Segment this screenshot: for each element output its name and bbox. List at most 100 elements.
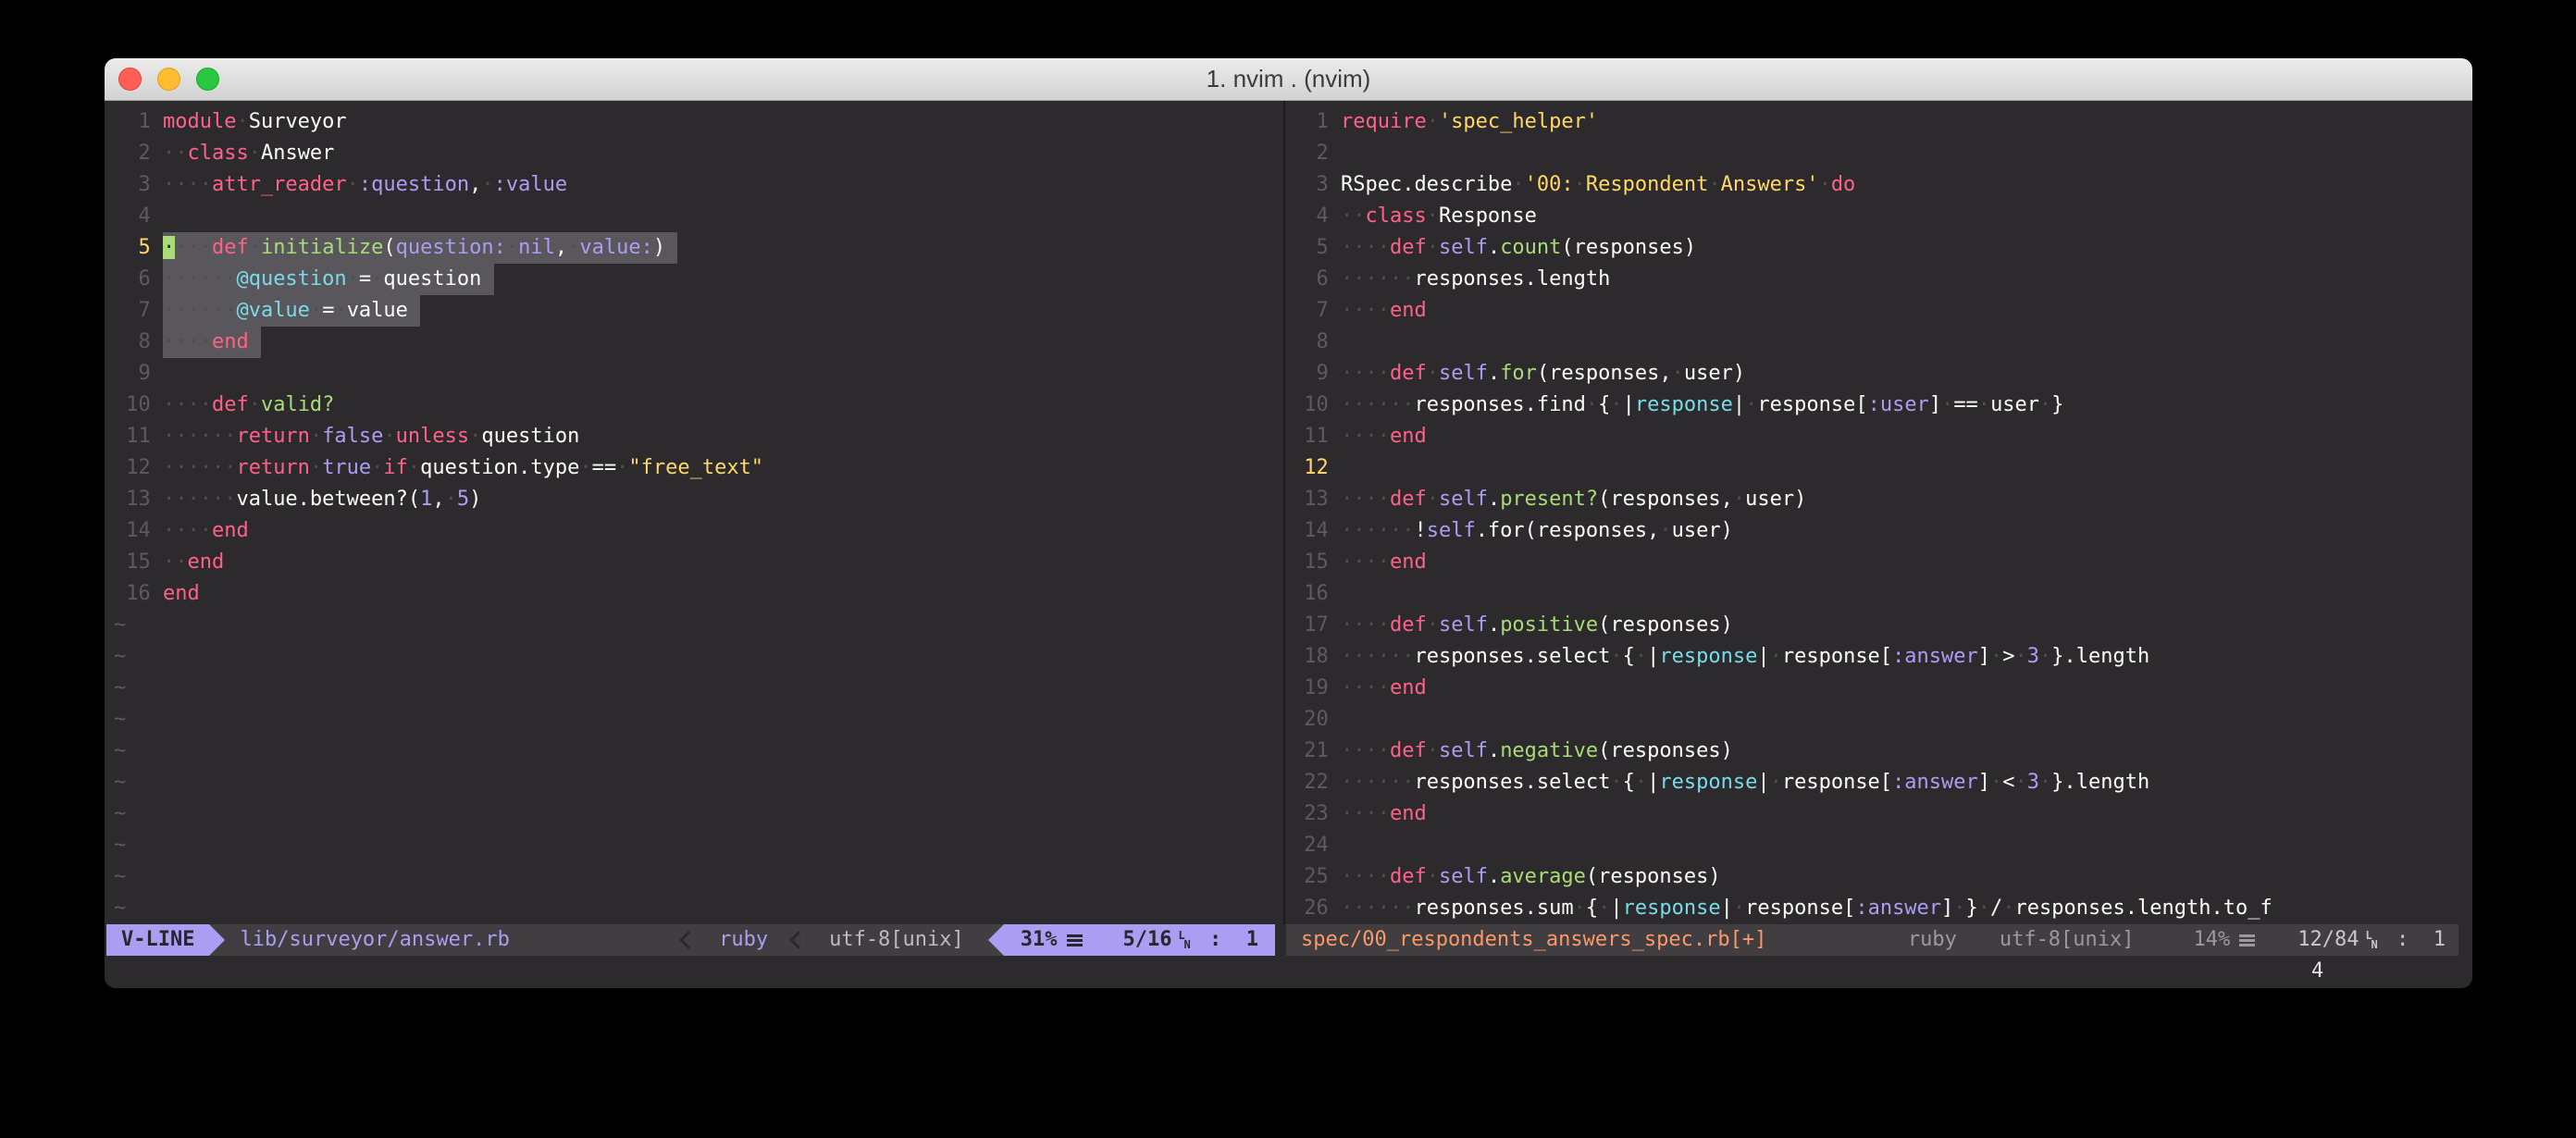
code-line[interactable]: 25····def·self.average(responses) (1292, 861, 2463, 893)
code-line[interactable]: 21····def·self.negative(responses) (1292, 736, 2463, 767)
code-line[interactable]: 10······responses.find·{·|response|·resp… (1292, 390, 2463, 421)
code-line[interactable]: 23····end (1292, 798, 2463, 830)
code-line[interactable]: 7······@value·=·value (114, 295, 1282, 327)
code-line[interactable]: 10····def·valid? (114, 390, 1282, 421)
filler-line[interactable]: ~ (114, 673, 1282, 704)
zoom-button[interactable] (196, 68, 219, 91)
titlebar[interactable]: 1. nvim . (nvim) (105, 58, 2472, 101)
minimize-button[interactable] (157, 68, 180, 91)
code-line[interactable]: 12 (1292, 452, 2463, 484)
code-line[interactable]: 14······!self.for(responses,·user) (1292, 515, 2463, 547)
code-line[interactable]: 14····end (114, 515, 1282, 547)
code-line[interactable]: 2 (1292, 138, 2463, 169)
filler-line[interactable]: ~ (114, 704, 1282, 736)
space-dot: · (1941, 390, 1953, 421)
colon-separator: : (1197, 924, 1234, 956)
filler-line[interactable]: ~ (114, 893, 1282, 924)
filler-line[interactable]: ~ (114, 641, 1282, 673)
editor-pane-right[interactable]: 1require·'spec_helper'23RSpec.describe·'… (1292, 106, 2463, 924)
code-line[interactable]: 12······return·true·if·question.type·==·… (114, 452, 1282, 484)
code-token: Surveyor (249, 106, 347, 138)
space-dot: · (1770, 641, 1782, 673)
code-token: 'spec_helper' (1439, 106, 1598, 138)
code-line[interactable]: 2··class·Answer (114, 138, 1282, 169)
code-line[interactable]: 4 (114, 201, 1282, 232)
code-line[interactable]: 6······@question·=·question (114, 264, 1282, 295)
code-line[interactable]: 20 (1292, 704, 2463, 736)
filler-line[interactable]: ~ (114, 861, 1282, 893)
code-token: question (481, 421, 579, 452)
filler-line[interactable]: ~ (114, 736, 1282, 767)
space-dot: · (371, 267, 383, 291)
code-line[interactable]: 3····attr_reader·:question,·:value (114, 169, 1282, 201)
code-token: module (163, 106, 236, 138)
window-separator[interactable] (1283, 101, 1285, 924)
space-dot: · (616, 452, 628, 484)
code-token: positive (1500, 610, 1598, 641)
code-line[interactable]: 19····end (1292, 673, 2463, 704)
selection-pad (249, 330, 261, 353)
code-line[interactable]: 8····end (114, 327, 1282, 358)
code-line[interactable]: 5····def·self.count(responses) (1292, 232, 2463, 264)
code-token: { (1586, 893, 1598, 924)
code-line[interactable]: 6······responses.length (1292, 264, 2463, 295)
code-token: def (1390, 484, 1427, 515)
code-line[interactable]: 8 (1292, 327, 2463, 358)
code-token: end (212, 515, 249, 547)
code-line[interactable]: 26······responses.sum·{·|response|·respo… (1292, 893, 2463, 924)
space-dot: · (1659, 515, 1671, 547)
code-line[interactable]: 15····end (1292, 547, 2463, 578)
code-token: def (212, 236, 249, 259)
active-filename: lib/surveyor/answer.rb (225, 924, 682, 956)
gutter-gap (1329, 264, 1341, 295)
encoding-label: utf-8[unix] (805, 924, 988, 956)
gutter-gap (1329, 547, 1341, 578)
code-line[interactable]: 17····def·self.positive(responses) (1292, 610, 2463, 641)
code-line[interactable]: 16end (114, 578, 1282, 610)
code-token: end (1390, 295, 1427, 327)
gutter-gap (1329, 767, 1341, 798)
line-number: 26 (1292, 893, 1329, 924)
filler-line[interactable]: ~ (114, 798, 1282, 830)
line-number: 11 (1292, 421, 1329, 452)
code-token: true (322, 452, 371, 484)
filler-line[interactable]: ~ (114, 830, 1282, 861)
gutter-gap (151, 201, 163, 232)
editor-pane-left[interactable]: 1module·Surveyor2··class·Answer3····attr… (114, 106, 1282, 924)
code-token: responses.select (1414, 641, 1610, 673)
selection-pad (408, 299, 420, 322)
line-number: 2 (114, 138, 151, 169)
code-line[interactable]: 13······value.between?(1,·5) (114, 484, 1282, 515)
space-dot: · (249, 236, 261, 259)
code-line[interactable]: 9 (114, 358, 1282, 390)
code-token: Answers' (1721, 169, 1819, 201)
code-line[interactable]: 13····def·self.present?(responses,·user) (1292, 484, 2463, 515)
code-line[interactable]: 1module·Surveyor (114, 106, 1282, 138)
code-line[interactable]: 1require·'spec_helper' (1292, 106, 2463, 138)
code-line[interactable]: 3RSpec.describe·'00:·Respondent·Answers'… (1292, 169, 2463, 201)
code-line[interactable]: 9····def·self.for(responses,·user) (1292, 358, 2463, 390)
code-line[interactable]: 16 (1292, 578, 2463, 610)
code-token: }.length (2051, 641, 2149, 673)
code-line[interactable]: 4··class·Response (1292, 201, 2463, 232)
space-dot: ······ (1341, 767, 1414, 798)
code-line[interactable]: 5····def·initialize(question:·nil,·value… (114, 232, 1282, 264)
filler-line[interactable]: ~ (114, 610, 1282, 641)
code-line[interactable]: 7····end (1292, 295, 2463, 327)
code-line[interactable]: 22······responses.select·{·|response|·re… (1292, 767, 2463, 798)
line-number: 6 (1292, 264, 1329, 295)
command-line[interactable]: 4 (105, 956, 2472, 987)
line-number: 5 (1292, 232, 1329, 264)
code-token: :question (359, 169, 469, 201)
code-line[interactable]: 24 (1292, 830, 2463, 861)
space-dot: ······ (163, 421, 236, 452)
code-line[interactable]: 11······return·false·unless·question (114, 421, 1282, 452)
code-line[interactable]: 18······responses.select·{·|response|·re… (1292, 641, 2463, 673)
code-line[interactable]: 11····end (1292, 421, 2463, 452)
visual-selection: ····end (163, 327, 261, 358)
filler-line[interactable]: ~ (114, 767, 1282, 798)
gutter-gap (1329, 452, 1341, 484)
code-line[interactable]: 15··end (114, 547, 1282, 578)
space-dot: ···· (1341, 610, 1390, 641)
close-button[interactable] (118, 68, 142, 91)
